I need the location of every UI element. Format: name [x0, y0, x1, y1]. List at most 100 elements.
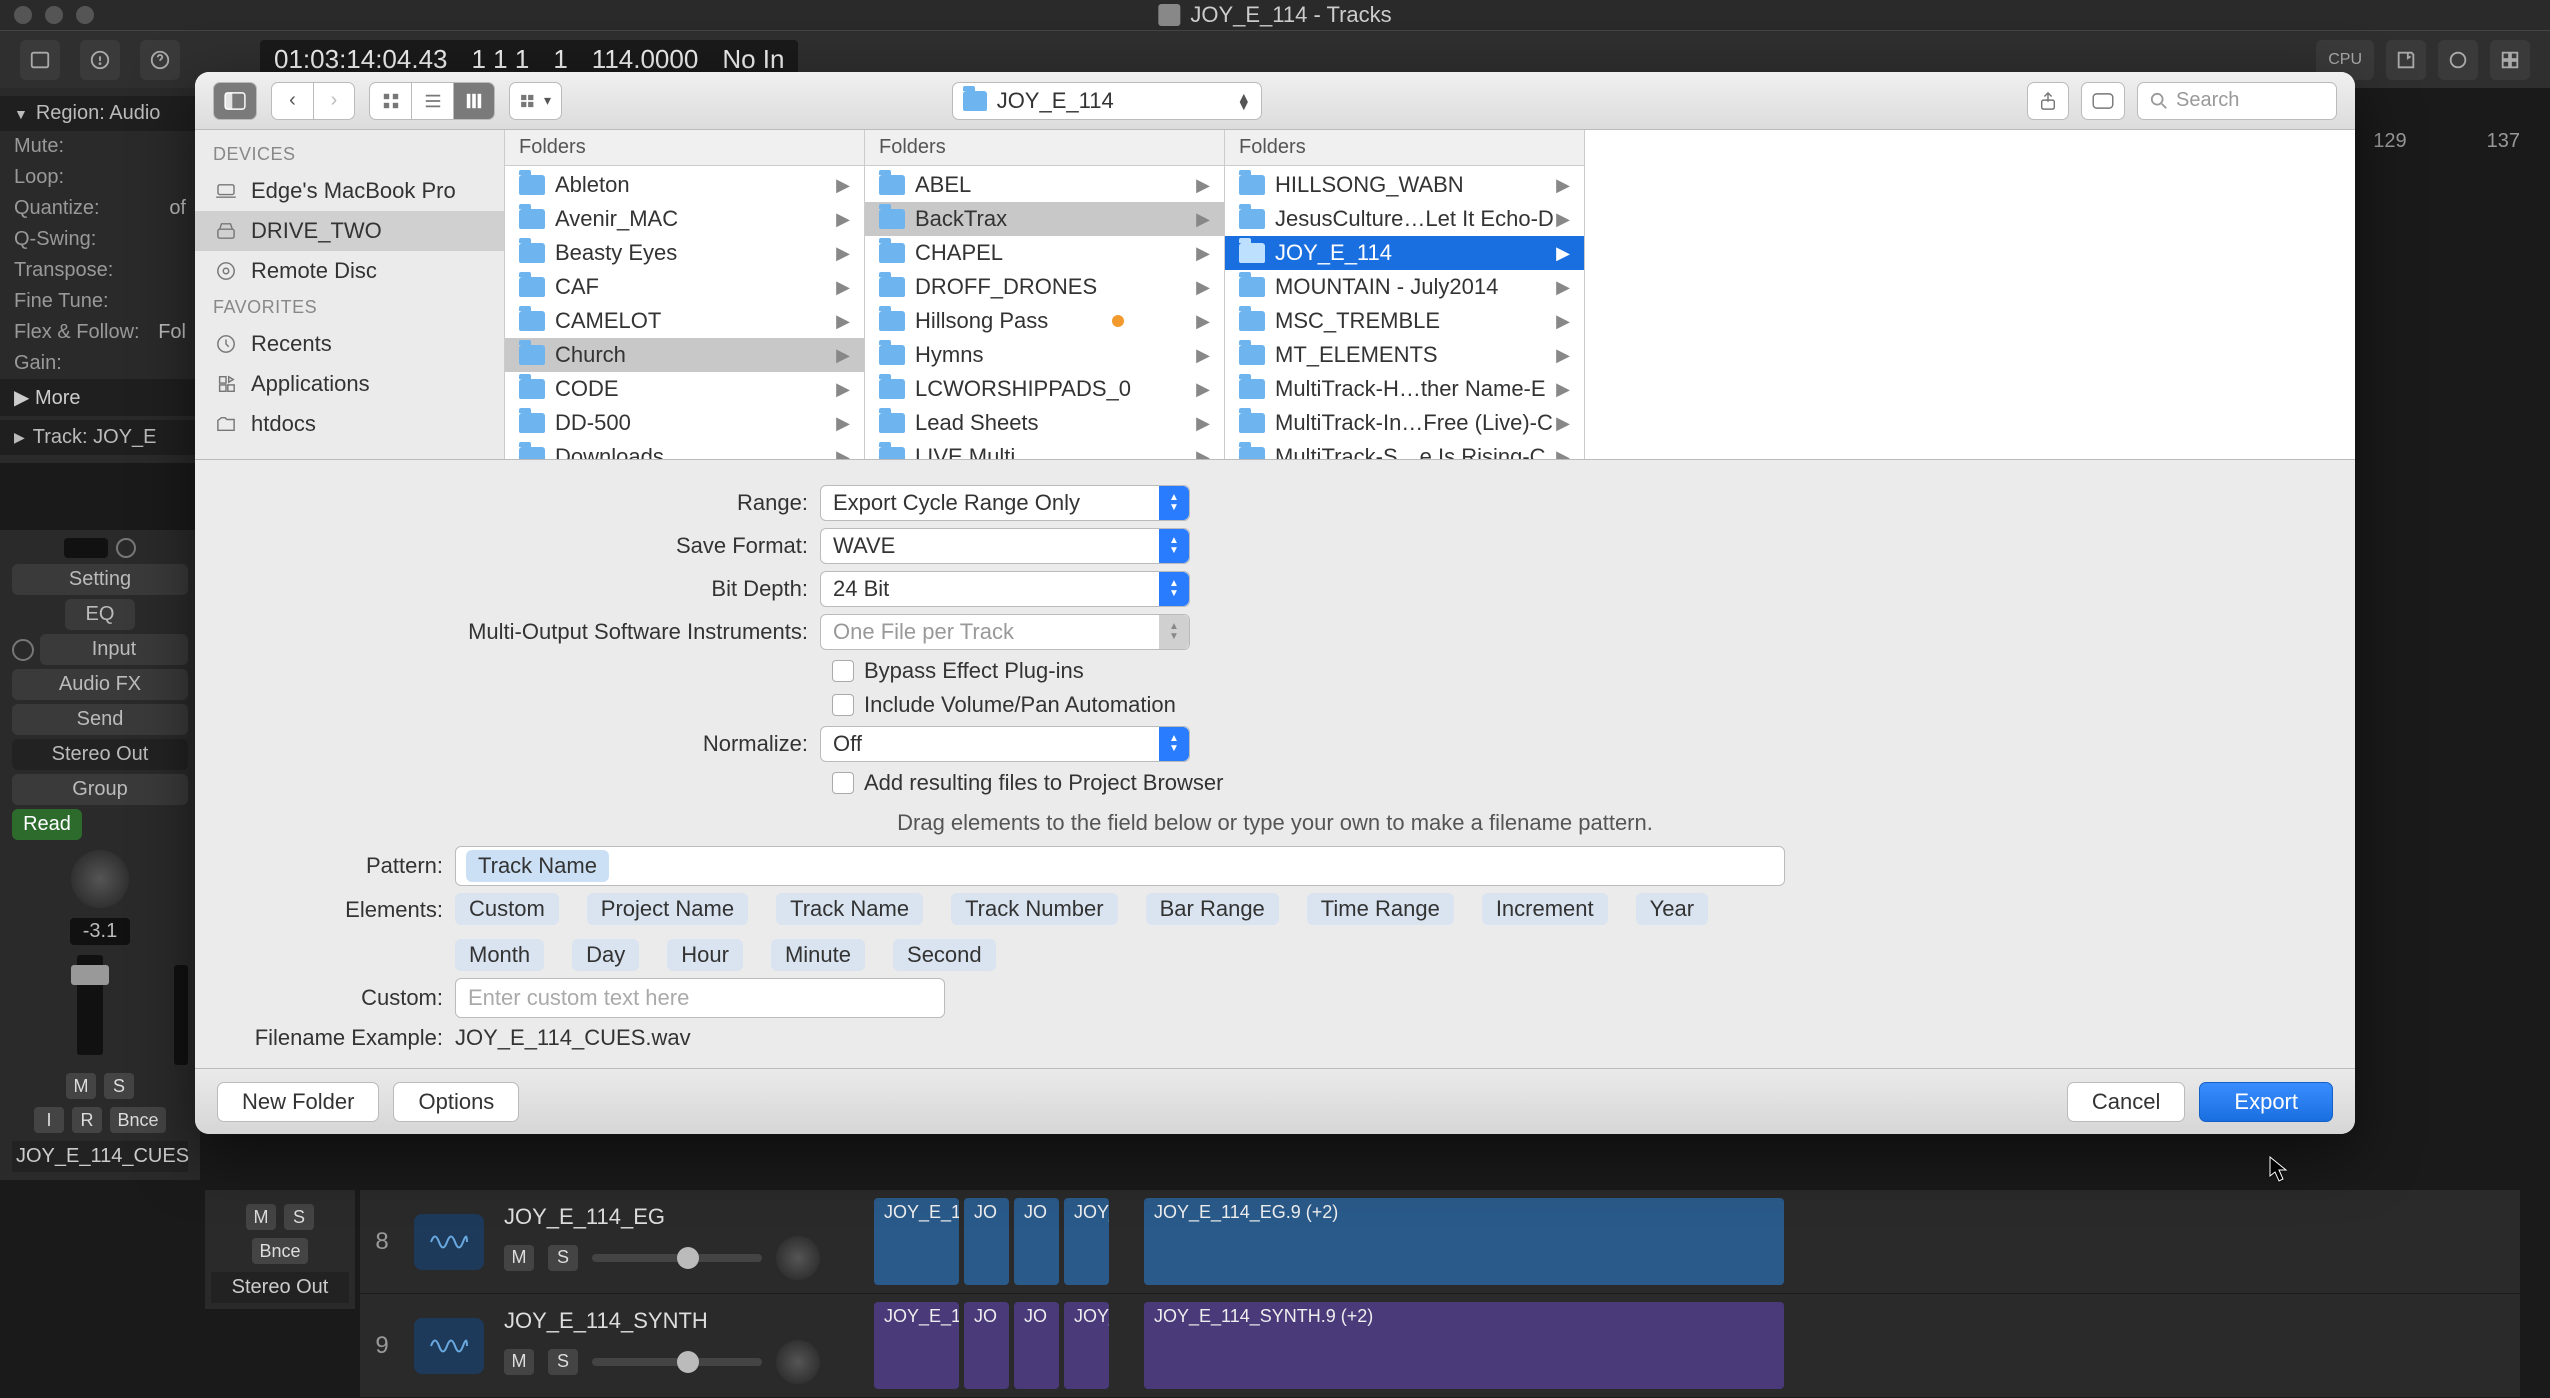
addtobrowser-checkbox-row[interactable]: Add resulting files to Project Browser [832, 770, 2325, 796]
solo-button[interactable]: S [548, 1245, 578, 1271]
folder-row[interactable]: Ableton▶ [505, 168, 864, 202]
audiofx-slot[interactable]: Audio FX [12, 669, 188, 700]
group-slot[interactable]: Group [12, 774, 188, 805]
notes-icon[interactable] [2386, 40, 2426, 80]
audio-region[interactable]: JOY_E_114_EG.9 (+2) [1144, 1198, 1784, 1285]
checkbox-icon[interactable] [832, 660, 854, 682]
inspector-row[interactable]: Gain: [0, 348, 200, 379]
pan-knob[interactable] [71, 850, 129, 908]
sidebar-item-favorite[interactable]: Applications [195, 364, 504, 404]
pan-knob[interactable] [776, 1236, 820, 1280]
inspector-row[interactable]: Quantize:of [0, 193, 200, 224]
checkbox-icon[interactable] [832, 694, 854, 716]
zoom-window-icon[interactable] [76, 6, 94, 24]
audio-region[interactable]: JO [1014, 1198, 1059, 1285]
export-button[interactable]: Export [2199, 1082, 2333, 1122]
folder-row[interactable]: LCWORSHIPPADS_0▶ [865, 372, 1224, 406]
help-icon[interactable] [140, 40, 180, 80]
mute-button[interactable]: M [66, 1073, 96, 1099]
audio-region[interactable]: JO [1014, 1302, 1059, 1389]
folder-row[interactable]: Hillsong Pass▶ [865, 304, 1224, 338]
mute-button[interactable]: M [246, 1204, 276, 1230]
new-folder-button[interactable]: New Folder [217, 1082, 379, 1122]
folder-row[interactable]: Avenir_MAC▶ [505, 202, 864, 236]
mute-button[interactable]: M [504, 1349, 534, 1375]
link-icon[interactable] [12, 639, 34, 661]
inspector-row[interactable]: Mute: [0, 131, 200, 162]
cancel-button[interactable]: Cancel [2067, 1082, 2185, 1122]
send-slot[interactable]: Send [12, 704, 188, 735]
eq-slot[interactable]: EQ [65, 599, 135, 630]
solo-button[interactable]: S [548, 1349, 578, 1375]
inspector-row[interactable]: Transpose: [0, 255, 200, 286]
folder-row[interactable]: MultiTrack-H…ther Name-E▶ [1225, 372, 1584, 406]
track-icon[interactable] [414, 1318, 484, 1374]
automation-mode[interactable]: Read [12, 809, 82, 840]
element-token[interactable]: Year [1636, 893, 1708, 925]
folder-row[interactable]: MSC_TREMBLE▶ [1225, 304, 1584, 338]
folder-row[interactable]: DROFF_DRONES▶ [865, 270, 1224, 304]
input-slot[interactable]: Input [40, 634, 188, 665]
input-monitor-button[interactable]: I [34, 1107, 64, 1133]
folder-row[interactable]: DD-500▶ [505, 406, 864, 440]
folder-row[interactable]: CAF▶ [505, 270, 864, 304]
element-token[interactable]: Minute [771, 939, 865, 971]
back-button[interactable]: ‹ [271, 82, 313, 120]
folder-row[interactable]: Hymns▶ [865, 338, 1224, 372]
options-button[interactable]: Options [393, 1082, 519, 1122]
element-token[interactable]: Day [572, 939, 639, 971]
folder-row[interactable]: Church▶ [505, 338, 864, 372]
column-view-icon[interactable] [453, 82, 495, 120]
element-token[interactable]: Second [893, 939, 996, 971]
bypass-checkbox-row[interactable]: Bypass Effect Plug-ins [832, 658, 2325, 684]
track-header[interactable]: JOY_E_114_EGMS [494, 1200, 874, 1284]
close-window-icon[interactable] [14, 6, 32, 24]
range-select[interactable]: Export Cycle Range Only [820, 485, 1190, 521]
volume-fader[interactable] [77, 955, 103, 1055]
location-popup[interactable]: JOY_E_114 ▲▼ [952, 82, 1262, 120]
library-icon[interactable] [20, 40, 60, 80]
element-token[interactable]: Increment [1482, 893, 1608, 925]
region-more[interactable]: ▶ More [0, 379, 200, 416]
sidebar-item-favorite[interactable]: htdocs [195, 404, 504, 444]
output-slot[interactable]: Stereo Out [12, 739, 188, 770]
track-header[interactable]: JOY_E_114_SYNTHMS [494, 1304, 874, 1388]
track-icon[interactable] [414, 1214, 484, 1270]
list-view-icon[interactable] [411, 82, 453, 120]
pan-value[interactable]: -3.1 [70, 918, 130, 945]
inspector-row[interactable]: Fine Tune: [0, 286, 200, 317]
custom-text-input[interactable]: Enter custom text here [455, 978, 945, 1018]
inspector-row[interactable]: Loop: [0, 162, 200, 193]
folder-row[interactable]: CAMELOT▶ [505, 304, 864, 338]
track-row[interactable]: 9JOY_E_114_SYNTHMSJOY_E_1JOJOJOY_E_1JOY_… [360, 1294, 2520, 1398]
format-select[interactable]: WAVE [820, 528, 1190, 564]
bounce-button[interactable]: Bnce [252, 1238, 308, 1264]
bitdepth-select[interactable]: 24 Bit [820, 571, 1190, 607]
volume-slider[interactable] [592, 1254, 762, 1262]
group-by-menu[interactable]: ▾ [509, 82, 562, 120]
sidebar-item-device[interactable]: DRIVE_TWO [195, 211, 504, 251]
audio-region[interactable]: JO [964, 1302, 1009, 1389]
forward-button[interactable]: › [313, 82, 355, 120]
mute-button[interactable]: M [504, 1245, 534, 1271]
element-token[interactable]: Custom [455, 893, 559, 925]
folder-row[interactable]: CHAPEL▶ [865, 236, 1224, 270]
bounce-button[interactable]: Bnce [110, 1107, 166, 1133]
folder-row[interactable]: MOUNTAIN - July2014▶ [1225, 270, 1584, 304]
audio-region[interactable]: JOY_E_1 [874, 1302, 959, 1389]
folder-row[interactable]: MT_ELEMENTS▶ [1225, 338, 1584, 372]
element-token[interactable]: Track Number [951, 893, 1118, 925]
folder-row[interactable]: Beasty Eyes▶ [505, 236, 864, 270]
inspector-icon[interactable] [80, 40, 120, 80]
record-enable-button[interactable]: R [72, 1107, 102, 1133]
tags-icon[interactable] [2081, 82, 2125, 120]
inspector-row[interactable]: Q-Swing: [0, 224, 200, 255]
folder-row[interactable]: JOY_E_114▶ [1225, 236, 1584, 270]
audio-region[interactable]: JOY_E_1 [874, 1198, 959, 1285]
audio-region[interactable]: JOY_E_1 [1064, 1198, 1109, 1285]
audio-region[interactable]: JO [964, 1198, 1009, 1285]
sidebar-item-favorite[interactable]: Recents [195, 324, 504, 364]
checkbox-icon[interactable] [832, 772, 854, 794]
minimize-window-icon[interactable] [45, 6, 63, 24]
volpan-checkbox-row[interactable]: Include Volume/Pan Automation [832, 692, 2325, 718]
